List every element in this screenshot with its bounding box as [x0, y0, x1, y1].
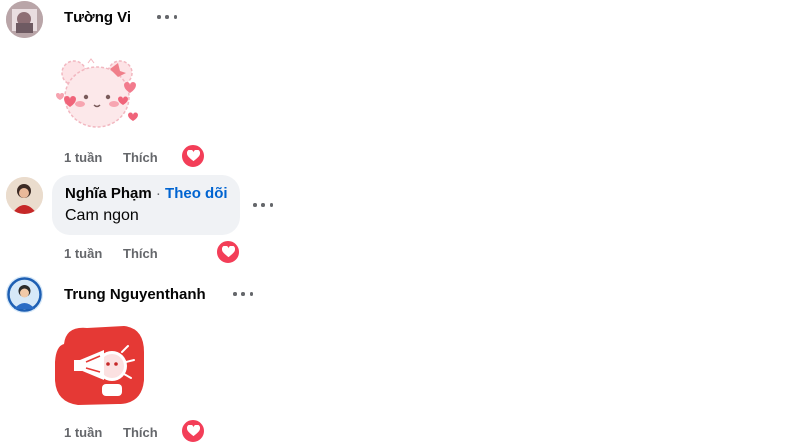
avatar[interactable]: [6, 276, 43, 313]
comment-text: Cam ngon: [65, 207, 139, 224]
like-button[interactable]: Thích: [123, 425, 158, 440]
love-reaction-icon[interactable]: [180, 418, 206, 444]
follow-button[interactable]: Theo dõi: [165, 185, 228, 202]
sticker: [54, 55, 144, 135]
like-button[interactable]: Thích: [123, 150, 158, 165]
avatar[interactable]: [6, 1, 43, 38]
like-button[interactable]: Thích: [123, 246, 158, 261]
comment-header: Nghĩa Phạm · Theo dõi: [65, 185, 228, 202]
comment-bubble: Nghĩa Phạm · Theo dõi Cam ngon: [52, 175, 240, 235]
more-options-icon[interactable]: [253, 199, 273, 211]
comment-author[interactable]: Tường Vi: [64, 9, 131, 26]
love-reaction-icon[interactable]: [180, 143, 206, 169]
comment-3: Trung Nguyenthanh 1 tuần Thích: [0, 270, 806, 446]
comment-author[interactable]: Trung Nguyenthanh: [64, 286, 206, 303]
more-options-icon[interactable]: [233, 288, 253, 300]
megaphone-character-sticker: [55, 326, 144, 405]
comment-time[interactable]: 1 tuần: [64, 425, 102, 440]
love-reaction-icon[interactable]: [215, 239, 241, 265]
pink-bear-hearts-sticker: [56, 58, 138, 128]
avatar[interactable]: [6, 177, 43, 214]
comment-time[interactable]: 1 tuần: [64, 246, 102, 261]
comment-time[interactable]: 1 tuần: [64, 150, 102, 165]
more-options-icon[interactable]: [157, 11, 177, 23]
comment-author[interactable]: Nghĩa Phạm: [65, 185, 152, 202]
comment-1: Tường Vi 1 tuần Thích: [0, 0, 806, 170]
separator: ·: [151, 185, 166, 202]
sticker: [52, 322, 147, 407]
